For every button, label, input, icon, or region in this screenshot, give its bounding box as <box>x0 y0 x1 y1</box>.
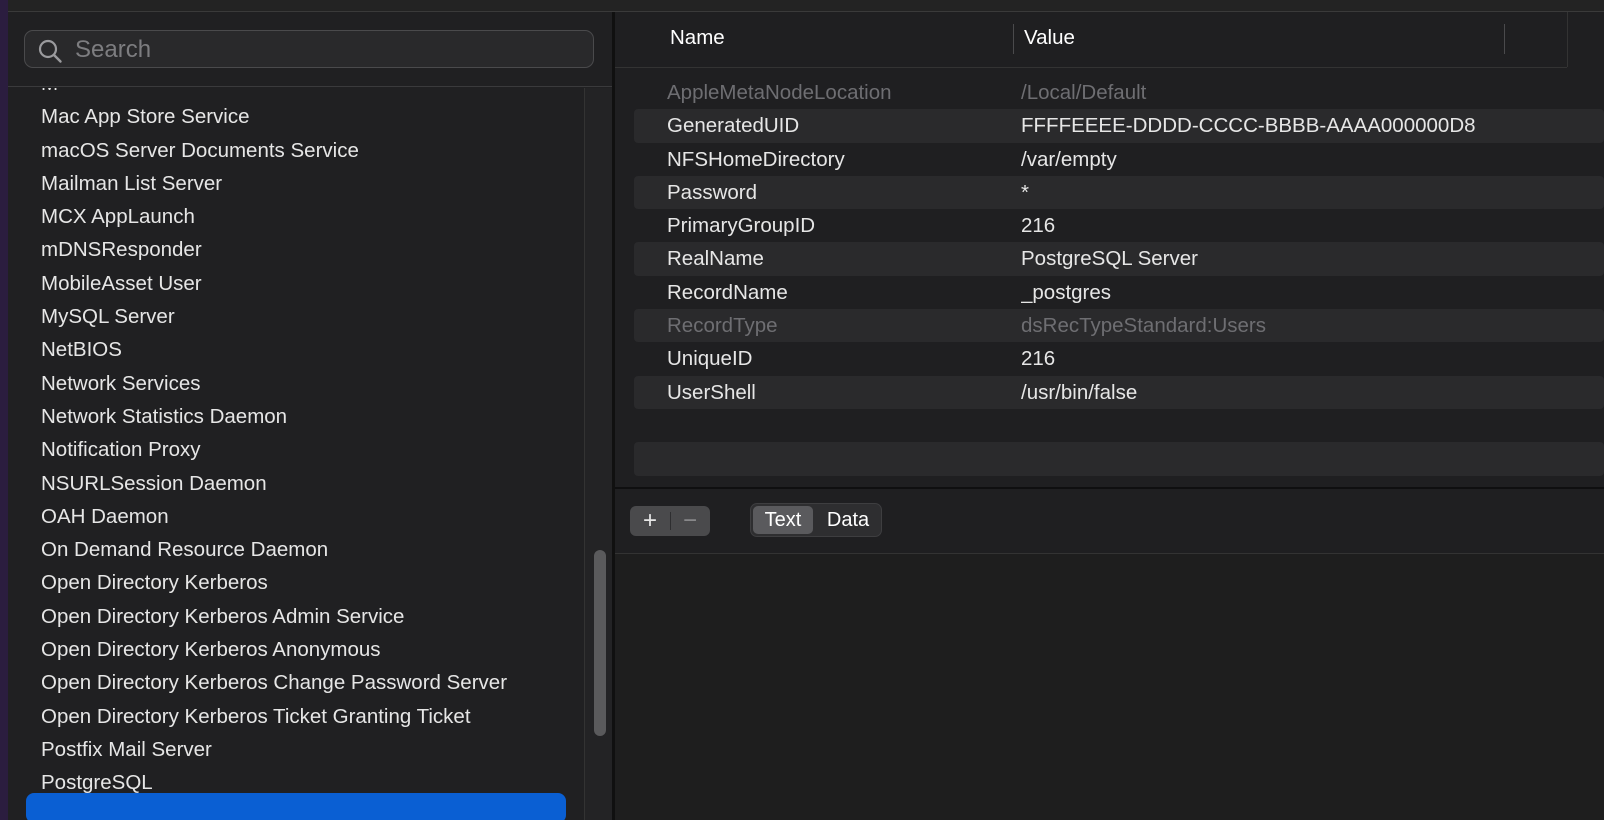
list-item[interactable]: On Demand Resource Daemon <box>8 533 556 566</box>
attribute-value[interactable]: _postgres <box>1021 276 1496 309</box>
attribute-row[interactable]: RecordType dsRecTypeStandard:Users <box>634 309 1604 343</box>
attribute-value[interactable]: /var/empty <box>1021 143 1496 176</box>
column-separator[interactable] <box>1013 24 1014 54</box>
attribute-name: RealName <box>667 247 764 271</box>
list-item[interactable]: Network Services <box>8 367 556 400</box>
attribute-name: PrimaryGroupID <box>667 214 816 238</box>
attributes-pane: Name Value AppleMetaNodeLocation/Local/D… <box>615 12 1604 820</box>
attribute-value[interactable]: 216 <box>1021 209 1496 242</box>
header-scroll-corner <box>1567 12 1604 67</box>
list-item[interactable]: Network Statistics Daemon <box>8 400 556 433</box>
attribute-value[interactable]: FFFFEEEE-DDDD-CCCC-BBBB-AAAA000000D8 <box>1021 109 1496 142</box>
list-item[interactable]: macOS Server Documents Service <box>8 134 556 167</box>
list-item[interactable]: Open Directory Kerberos Anonymous <box>8 633 556 666</box>
list-item[interactable]: NetBIOS <box>8 333 556 366</box>
attribute-row[interactable]: PrimaryGroupID 216 <box>634 209 1604 242</box>
list-item[interactable]: Open Directory Kerberos <box>8 566 556 599</box>
list-item[interactable]: MobileAsset User <box>8 267 556 300</box>
list-item[interactable]: MCX AppLaunch <box>8 200 556 233</box>
value-detail-area[interactable] <box>615 554 1604 820</box>
list-item[interactable]: Postfix Mail Server <box>8 733 556 766</box>
attribute-row[interactable]: RealName PostgreSQL Server <box>634 242 1604 276</box>
list-item[interactable]: Mac App Store Service <box>8 100 556 133</box>
add-attribute-button[interactable]: + <box>630 506 670 536</box>
attribute-name: NFSHomeDirectory <box>667 147 845 171</box>
list-item-selected[interactable] <box>26 793 566 820</box>
record-list-viewport: M Mac App Store ServicemacOS Server Docu… <box>8 88 612 820</box>
attribute-table: Name Value AppleMetaNodeLocation/Local/D… <box>615 12 1604 488</box>
attribute-rows: AppleMetaNodeLocation/Local/Default Gener… <box>634 76 1604 476</box>
attribute-name: UserShell <box>667 380 756 404</box>
attribute-toolbar: + − Text Data <box>615 489 1604 554</box>
sidebar-separator <box>8 86 612 87</box>
segment-data[interactable]: Data <box>817 506 879 534</box>
list-item[interactable]: Open Directory Kerberos Change Password … <box>8 666 556 699</box>
attribute-name: Password <box>667 180 758 204</box>
remove-attribute-button[interactable]: − <box>670 506 710 536</box>
attribute-name: AppleMetaNodeLocation <box>667 81 892 104</box>
attribute-value[interactable]: /Local/Default <box>1021 76 1496 109</box>
attribute-value[interactable]: PostgreSQL Server <box>1021 242 1496 275</box>
attribute-row[interactable]: NFSHomeDirectory/var/empty <box>634 143 1604 176</box>
list-item[interactable]: M <box>8 88 556 100</box>
attribute-row[interactable]: UserShell/usr/bin/false <box>634 375 1604 409</box>
format-segmented-control: Text Data <box>750 503 882 537</box>
attribute-row[interactable]: Password * <box>634 175 1604 210</box>
attribute-row[interactable]: RecordName _postgres <box>634 276 1604 309</box>
attribute-name: RecordType <box>667 314 778 338</box>
record-list: M Mac App Store ServicemacOS Server Docu… <box>8 88 586 800</box>
attribute-name: UniqueID <box>667 347 753 371</box>
scrollbar-thumb[interactable] <box>594 550 606 736</box>
list-item[interactable]: Open Directory Kerberos Admin Service <box>8 600 556 633</box>
attribute-name: GeneratedUID <box>667 114 800 138</box>
attribute-name: RecordName <box>667 280 788 304</box>
list-item[interactable]: MySQL Server <box>8 300 556 333</box>
attribute-row-empty <box>634 409 1604 442</box>
list-item[interactable]: Mailman List Server <box>8 167 556 200</box>
attribute-value[interactable]: dsRecTypeStandard:Users <box>1021 309 1496 342</box>
list-item[interactable]: Open Directory Kerberos Ticket Granting … <box>8 700 556 733</box>
attribute-row-empty <box>634 442 1604 476</box>
column-header-name[interactable]: Name <box>670 26 725 50</box>
window-top-bar <box>8 0 1604 12</box>
attribute-row[interactable]: GeneratedUID FFFFEEEE-DDDD-CCCC-BBBB-AAAA… <box>634 109 1604 143</box>
list-item[interactable]: NSURLSession Daemon <box>8 467 556 500</box>
list-item[interactable]: Notification Proxy <box>8 433 556 466</box>
segment-text[interactable]: Text <box>753 506 813 534</box>
list-item[interactable]: OAH Daemon <box>8 500 556 533</box>
table-header: Name Value <box>615 12 1567 68</box>
search-input[interactable] <box>73 35 577 65</box>
attribute-row[interactable]: AppleMetaNodeLocation/Local/Default <box>634 76 1604 109</box>
column-header-value[interactable]: Value <box>1024 26 1075 50</box>
attribute-row[interactable]: UniqueID 216 <box>634 342 1604 375</box>
search-field[interactable] <box>24 30 594 68</box>
attribute-value[interactable]: * <box>1021 176 1496 209</box>
window-left-edge <box>0 0 8 820</box>
attribute-value[interactable]: /usr/bin/false <box>1021 376 1496 409</box>
list-item[interactable]: mDNSResponder <box>8 233 556 266</box>
search-icon <box>38 39 62 63</box>
record-sidebar: M Mac App Store ServicemacOS Server Docu… <box>8 12 613 820</box>
column-separator[interactable] <box>1504 24 1505 54</box>
attribute-value[interactable]: 216 <box>1021 342 1496 375</box>
add-remove-group: + − <box>630 506 710 536</box>
